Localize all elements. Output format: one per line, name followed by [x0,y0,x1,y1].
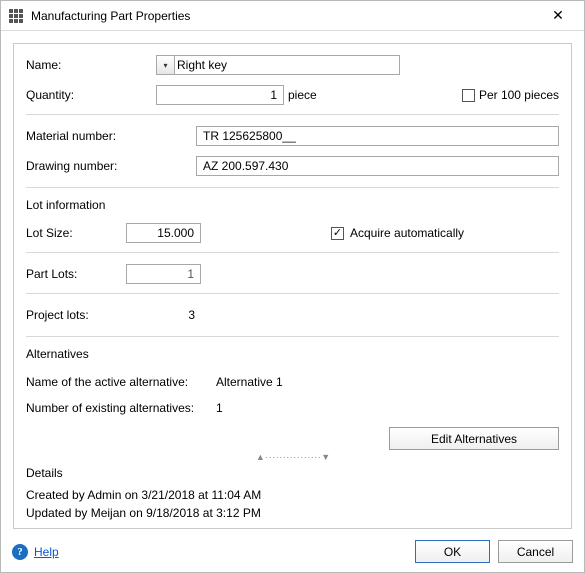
active-alternative-value: Alternative 1 [216,375,283,389]
help-icon[interactable]: ? [12,544,28,560]
part-lots-input [126,264,201,284]
name-dropdown-icon[interactable]: ▾ [157,56,175,74]
project-lots-value: 3 [126,308,201,322]
ok-button[interactable]: OK [415,540,490,563]
acquire-auto-checkbox[interactable]: Acquire automatically [331,226,464,240]
acquire-auto-label: Acquire automatically [350,226,464,240]
name-input[interactable] [175,56,399,74]
alternatives-count-value: 1 [216,401,223,415]
divider [26,114,559,115]
drawing-number-input[interactable] [196,156,559,176]
details-title: Details [26,466,559,480]
window-title: Manufacturing Part Properties [31,9,538,23]
quantity-input[interactable] [156,85,284,105]
checkbox-icon [462,89,475,102]
created-text: Created by Admin on 3/21/2018 at 11:04 A… [26,488,261,502]
quantity-label: Quantity: [26,88,156,102]
lot-size-label: Lot Size: [26,226,126,240]
divider [26,252,559,253]
drawing-number-label: Drawing number: [26,159,196,173]
per-100-label: Per 100 pieces [479,88,559,102]
material-number-label: Material number: [26,129,196,143]
divider [26,187,559,188]
alternatives-title: Alternatives [26,347,559,361]
titlebar: Manufacturing Part Properties ✕ [1,1,584,31]
help-link[interactable]: Help [34,545,59,559]
checkbox-icon [331,227,344,240]
per-100-checkbox[interactable]: Per 100 pieces [462,88,559,102]
lot-info-title: Lot information [26,198,559,212]
alternatives-count-label: Number of existing alternatives: [26,401,216,415]
material-number-input[interactable] [196,126,559,146]
divider [26,336,559,337]
edit-alternatives-button[interactable]: Edit Alternatives [389,427,559,450]
quantity-unit: piece [288,88,317,102]
splitter-handle[interactable]: ▲ · · · · · · · · · · · · · · · · ▼ [26,452,559,462]
cancel-button[interactable]: Cancel [498,540,573,563]
active-alternative-label: Name of the active alternative: [26,375,216,389]
updated-text: Updated by Meijan on 9/18/2018 at 3:12 P… [26,506,261,520]
main-panel: Name: ▾ Quantity: piece Per 100 pieces M… [13,43,572,529]
close-button[interactable]: ✕ [538,2,578,30]
divider [26,293,559,294]
project-lots-label: Project lots: [26,308,126,322]
name-field[interactable]: ▾ [156,55,400,75]
app-icon [9,9,23,23]
name-label: Name: [26,58,156,72]
lot-size-input[interactable] [126,223,201,243]
part-lots-label: Part Lots: [26,267,126,281]
